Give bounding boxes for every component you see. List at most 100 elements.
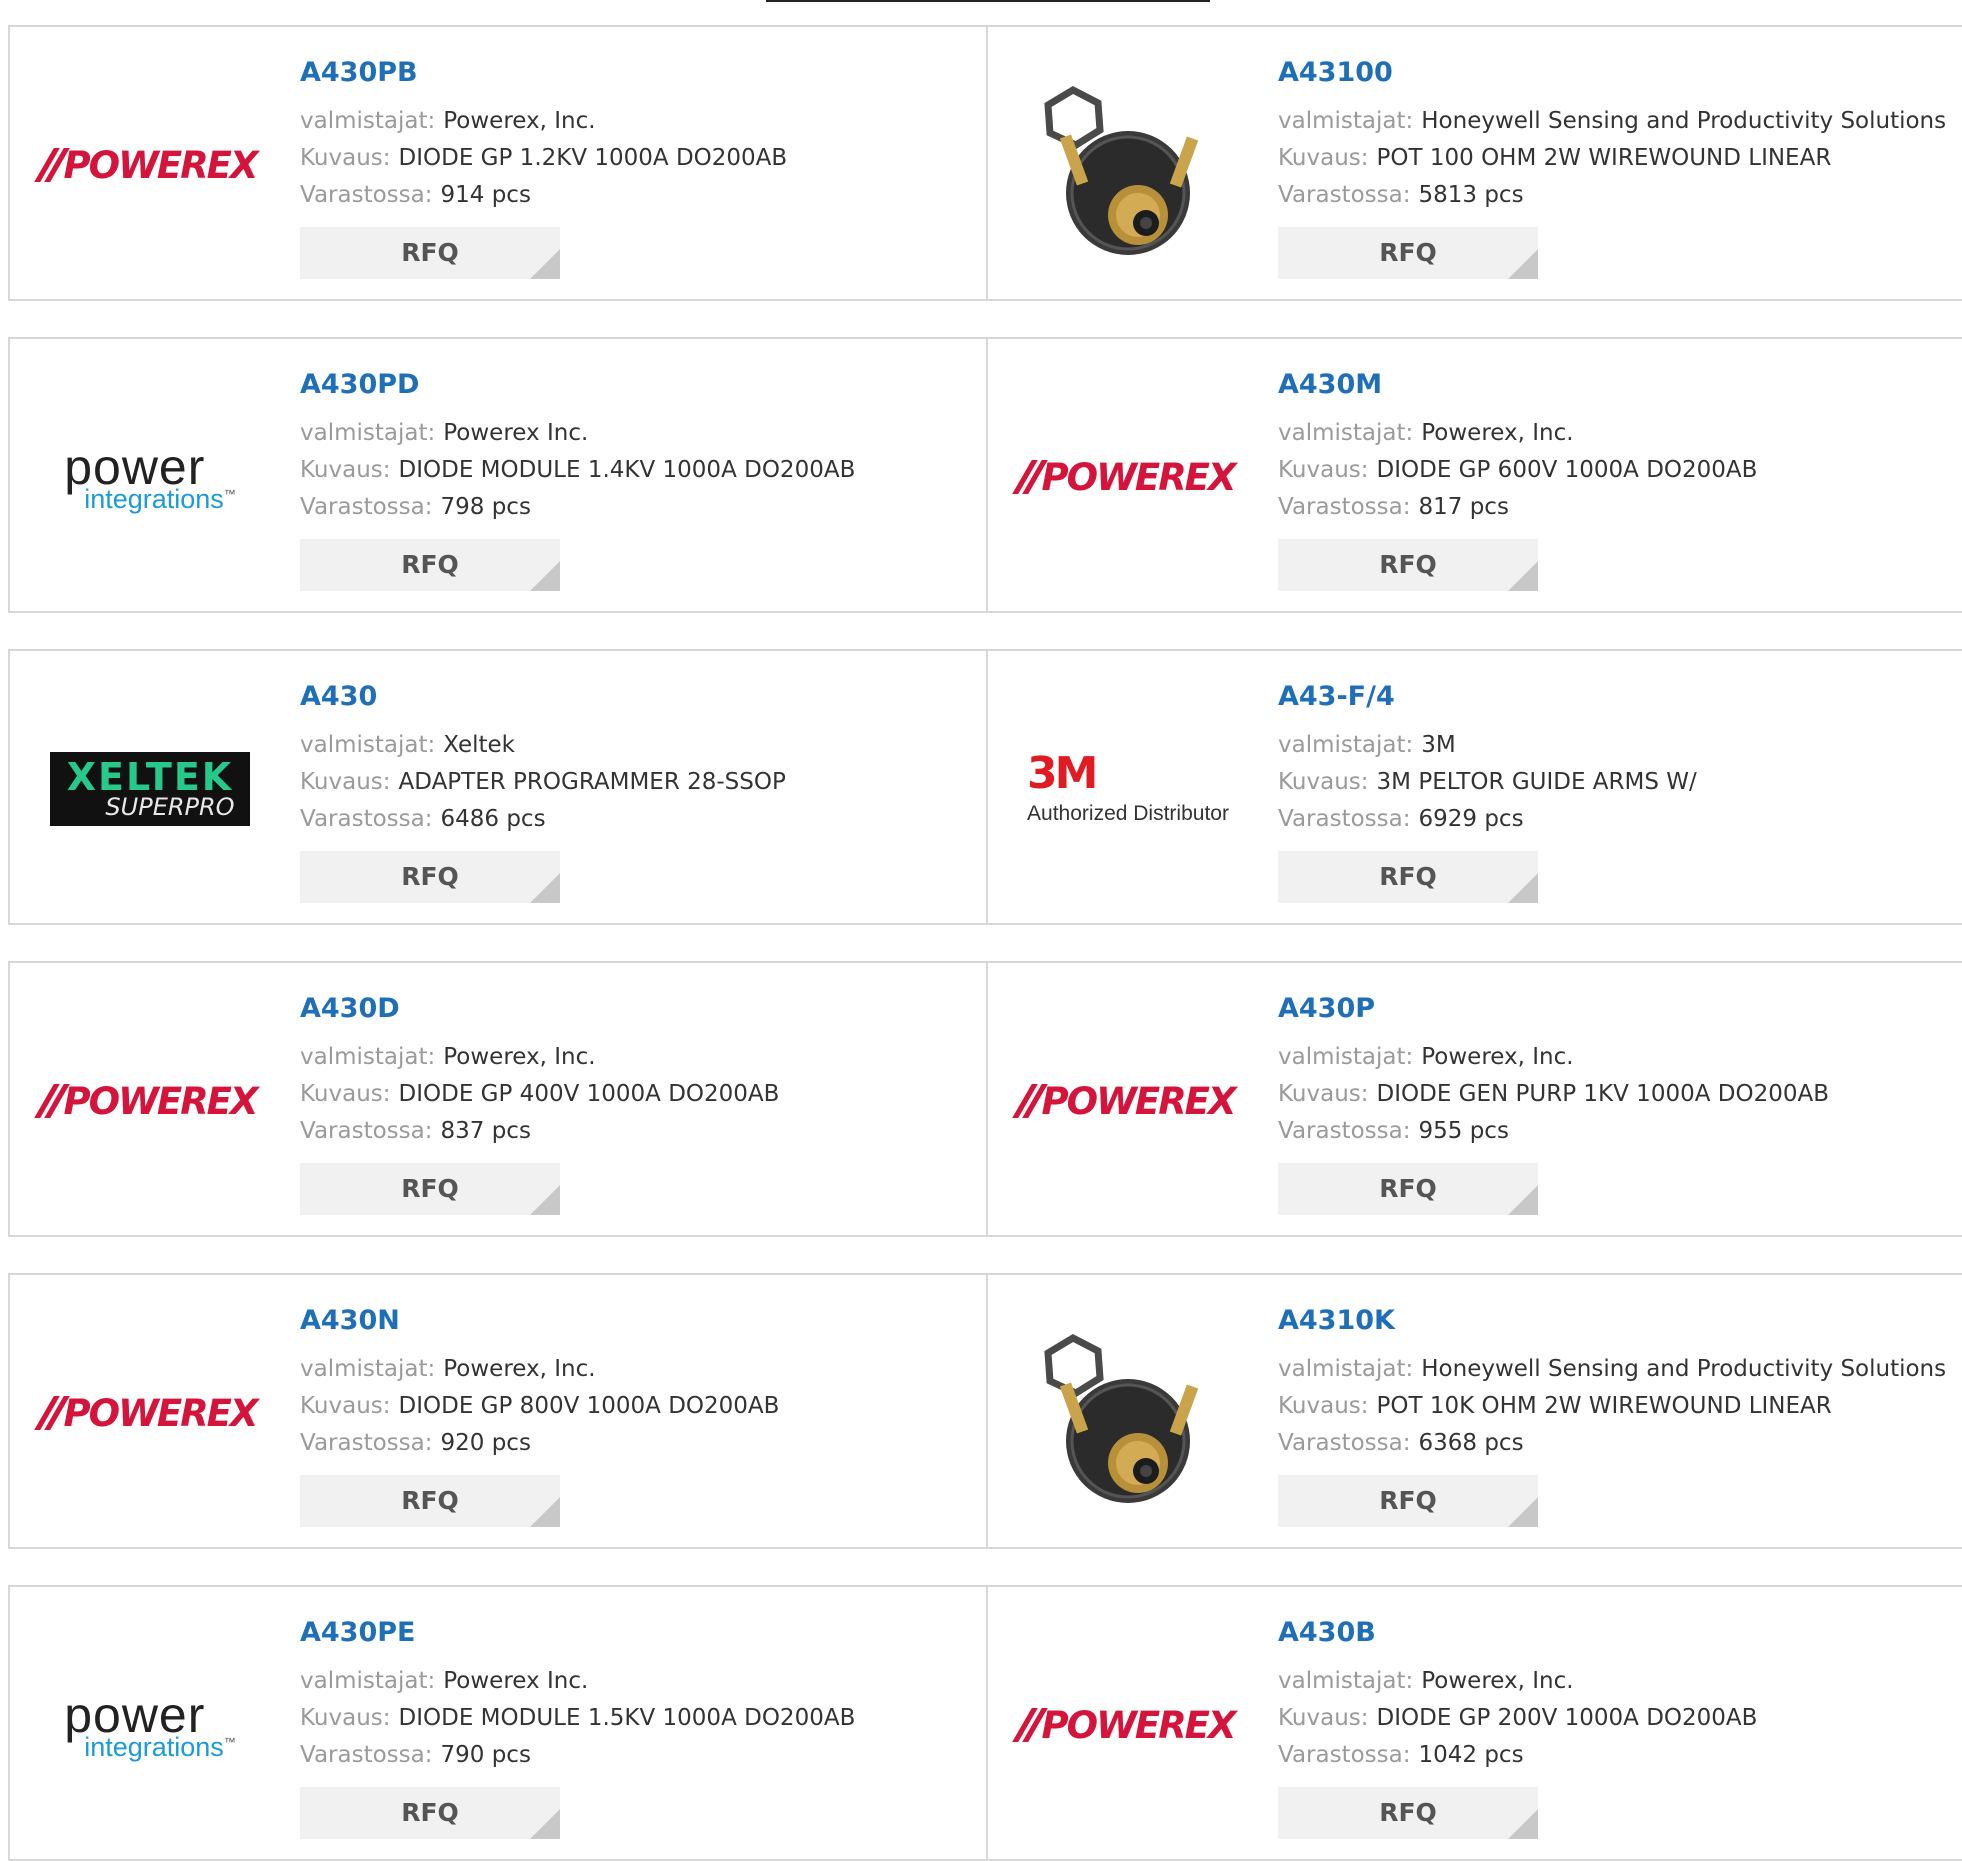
rfq-label: RFQ [401, 238, 459, 267]
product-card: A4310K valmistajat: Honeywell Sensing and… [986, 1273, 1962, 1549]
potentiometer-image [1044, 1333, 1199, 1503]
logo-text-main: integrations [84, 483, 224, 514]
rfq-label: RFQ [1379, 1798, 1437, 1827]
rfq-label: RFQ [401, 550, 459, 579]
rfq-button[interactable]: RFQ [300, 539, 560, 591]
logo-text: SUPERPRO [105, 793, 235, 821]
rfq-button[interactable]: RFQ [300, 1475, 560, 1527]
product-card: 3M Authorized Distributor A43-F/4 valmis… [986, 649, 1962, 925]
description-value: DIODE GP 1.2KV 1000A DO200AB [398, 145, 788, 171]
manufacturer-logo: XELTEK SUPERPRO [48, 691, 252, 887]
manufacturer-label: valmistajat: [300, 1668, 436, 1694]
part-number-link[interactable]: A430M [1278, 369, 1954, 403]
part-number-link[interactable]: A430 [300, 681, 976, 715]
product-card: POWEREX A430N valmistajat: Powerex, Inc. … [8, 1273, 988, 1549]
rfq-label: RFQ [401, 1798, 459, 1827]
stock-label: Varastossa: [300, 1742, 433, 1768]
description-value: DIODE GP 800V 1000A DO200AB [398, 1393, 780, 1419]
part-number-link[interactable]: A43-F/4 [1278, 681, 1954, 715]
part-number-link[interactable]: A430P [1278, 993, 1954, 1027]
manufacturer-label: valmistajat: [300, 1356, 436, 1382]
description-label: Kuvaus: [300, 457, 391, 483]
product-info: A43-F/4 valmistajat: 3M Kuvaus: 3M PELTOR … [1278, 681, 1954, 903]
rfq-label: RFQ [1379, 1486, 1437, 1515]
corner-triangle-icon [530, 561, 560, 591]
description-row: Kuvaus: DIODE GP 800V 1000A DO200AB [300, 1388, 976, 1425]
rfq-button[interactable]: RFQ [300, 1163, 560, 1215]
product-info: A430PD valmistajat: Powerex Inc. Kuvaus: D… [300, 369, 976, 591]
description-row: Kuvaus: 3M PELTOR GUIDE ARMS W/ [1278, 764, 1954, 801]
description-row: Kuvaus: DIODE GP 600V 1000A DO200AB [1278, 452, 1954, 489]
part-number-link[interactable]: A430N [300, 1305, 976, 1339]
part-number-link[interactable]: A43100 [1278, 57, 1954, 91]
stock-value: 6368 pcs [1418, 1430, 1524, 1456]
stock-label: Varastossa: [1278, 806, 1411, 832]
logo-text: POWEREX [63, 1391, 259, 1435]
3m-logo: 3M Authorized Distributor [1027, 752, 1229, 826]
rfq-button[interactable]: RFQ [1278, 1475, 1538, 1527]
stock-row: Varastossa: 6368 pcs [1278, 1425, 1954, 1462]
description-label: Kuvaus: [300, 145, 391, 171]
rfq-button[interactable]: RFQ [1278, 1787, 1538, 1839]
part-number-link[interactable]: A430PE [300, 1617, 976, 1651]
manufacturer-row: valmistajat: Powerex Inc. [300, 415, 976, 452]
logo-text: POWEREX [63, 143, 259, 187]
manufacturer-logo: power integrations™ [48, 1627, 252, 1823]
manufacturer-row: valmistajat: Powerex, Inc. [1278, 1039, 1954, 1076]
rfq-button[interactable]: RFQ [1278, 851, 1538, 903]
logo-text: POWEREX [63, 1079, 259, 1123]
stock-value: 798 pcs [440, 494, 531, 520]
description-value: DIODE GP 600V 1000A DO200AB [1376, 457, 1758, 483]
logo-text: 3M [1027, 748, 1098, 799]
trademark-mark: ™ [223, 1734, 236, 1749]
product-info: A430N valmistajat: Powerex, Inc. Kuvaus: D… [300, 1305, 976, 1527]
powerex-logo: POWEREX [33, 1391, 259, 1435]
rfq-button[interactable]: RFQ [300, 851, 560, 903]
part-number-link[interactable]: A430PD [300, 369, 976, 403]
powerex-logo: POWEREX [1011, 1080, 1236, 1123]
stock-row: Varastossa: 914 pcs [300, 177, 976, 214]
manufacturer-logo: POWEREX [33, 1315, 258, 1511]
part-number-link[interactable]: A430B [1278, 1617, 1954, 1651]
product-card: POWEREX A430M valmistajat: Powerex, Inc. … [986, 337, 1962, 613]
rfq-button[interactable]: RFQ [1278, 539, 1538, 591]
manufacturer-label: valmistajat: [1278, 420, 1414, 446]
rfq-button[interactable]: RFQ [300, 1787, 560, 1839]
description-row: Kuvaus: DIODE MODULE 1.4KV 1000A DO200AB [300, 452, 976, 489]
stock-row: Varastossa: 920 pcs [300, 1425, 976, 1462]
manufacturer-label: valmistajat: [1278, 732, 1414, 758]
stock-value: 955 pcs [1418, 1118, 1509, 1144]
description-row: Kuvaus: DIODE MODULE 1.5KV 1000A DO200AB [300, 1700, 976, 1737]
part-number-link[interactable]: A430D [300, 993, 976, 1027]
stock-label: Varastossa: [300, 1430, 433, 1456]
description-value: ADAPTER PROGRAMMER 28-SSOP [398, 769, 786, 795]
description-label: Kuvaus: [1278, 145, 1369, 171]
stock-value: 790 pcs [440, 1742, 531, 1768]
logo-text: POWEREX [1041, 455, 1237, 499]
rfq-button[interactable]: RFQ [300, 227, 560, 279]
rfq-button[interactable]: RFQ [1278, 1163, 1538, 1215]
description-row: Kuvaus: POT 10K OHM 2W WIREWOUND LINEAR [1278, 1388, 1954, 1425]
part-number-link[interactable]: A430PB [300, 57, 976, 91]
stock-row: Varastossa: 837 pcs [300, 1113, 976, 1150]
stock-label: Varastossa: [1278, 1742, 1411, 1768]
manufacturer-value: Powerex, Inc. [1421, 420, 1574, 446]
manufacturer-row: valmistajat: Honeywell Sensing and Produc… [1278, 103, 1954, 140]
manufacturer-value: 3M [1421, 732, 1456, 758]
logo-text: Authorized Distributor [1027, 802, 1229, 825]
manufacturer-logo: POWEREX [1011, 1627, 1236, 1823]
manufacturer-label: valmistajat: [1278, 1044, 1414, 1070]
manufacturer-logo: POWEREX [33, 67, 258, 263]
description-row: Kuvaus: POT 100 OHM 2W WIREWOUND LINEAR [1278, 140, 1954, 177]
manufacturer-logo: POWEREX [33, 1003, 258, 1199]
rfq-button[interactable]: RFQ [1278, 227, 1538, 279]
manufacturer-label: valmistajat: [300, 420, 436, 446]
stock-value: 837 pcs [440, 1118, 531, 1144]
power-integrations-logo: power integrations™ [64, 442, 236, 513]
part-number-link[interactable]: A4310K [1278, 1305, 1954, 1339]
rfq-label: RFQ [401, 1174, 459, 1203]
description-label: Kuvaus: [300, 1393, 391, 1419]
product-info: A430PE valmistajat: Powerex Inc. Kuvaus: D… [300, 1617, 976, 1839]
manufacturer-label: valmistajat: [300, 1044, 436, 1070]
logo-text: integrations™ [84, 1733, 236, 1761]
